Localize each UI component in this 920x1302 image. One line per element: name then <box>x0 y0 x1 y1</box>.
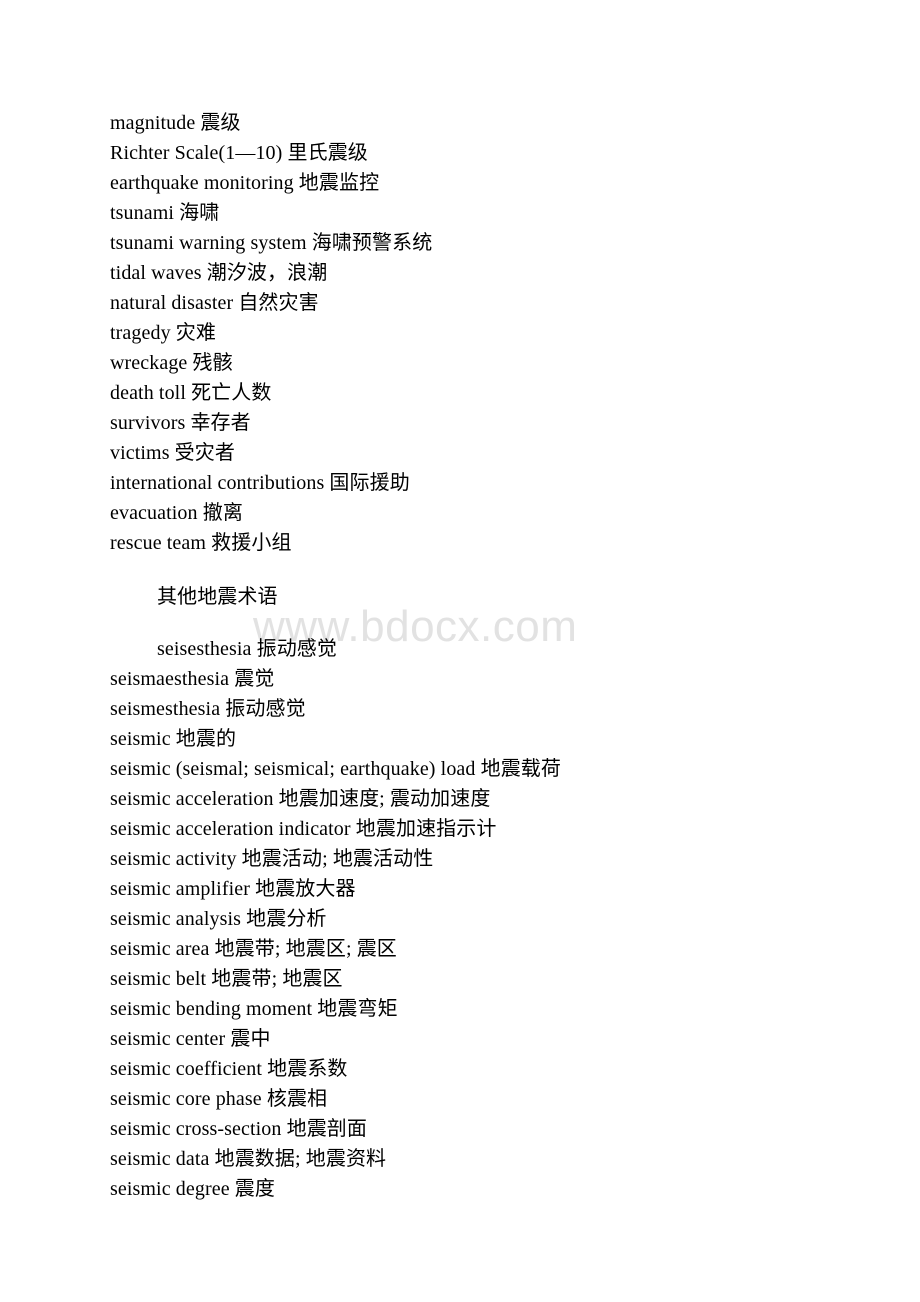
glossary-entry: death toll 死亡人数 <box>110 382 272 404</box>
glossary-entry: seismic data 地震数据; 地震资料 <box>110 1148 387 1170</box>
glossary-entry: seismic analysis 地震分析 <box>110 908 327 930</box>
glossary-entry: seismic cross-section 地震剖面 <box>110 1118 368 1140</box>
glossary-entry: seismic coefficient 地震系数 <box>110 1058 348 1080</box>
glossary-entry: seismic belt 地震带; 地震区 <box>110 968 343 990</box>
glossary-entry: seismic core phase 核震相 <box>110 1088 328 1110</box>
glossary-entry: seismic 地震的 <box>110 728 237 750</box>
glossary-entry: seismic activity 地震活动; 地震活动性 <box>110 848 434 870</box>
glossary-entry: Richter Scale(1—10) 里氏震级 <box>110 142 368 164</box>
glossary-entry: seismaesthesia 震觉 <box>110 668 275 690</box>
glossary-entry: tsunami warning system 海啸预警系统 <box>110 232 433 254</box>
glossary-entry: seismic bending moment 地震弯矩 <box>110 998 398 1020</box>
glossary-body: magnitude 震级 Richter Scale(1—10) 里氏震级 ea… <box>0 0 920 1204</box>
glossary-entry: seismic center 震中 <box>110 1028 271 1050</box>
glossary-entry: wreckage 残骸 <box>110 352 233 374</box>
glossary-entry: seismesthesia 振动感觉 <box>110 698 306 720</box>
glossary-entry: natural disaster 自然灾害 <box>110 292 319 314</box>
glossary-entry: seismic area 地震带; 地震区; 震区 <box>110 938 397 960</box>
glossary-entry: international contributions 国际援助 <box>110 472 410 494</box>
glossary-entry: earthquake monitoring 地震监控 <box>110 172 380 194</box>
glossary-entry: seismic acceleration 地震加速度; 震动加速度 <box>110 788 491 810</box>
glossary-entry: rescue team 救援小组 <box>110 532 292 554</box>
glossary-entry: seismic amplifier 地震放大器 <box>110 878 356 900</box>
glossary-entry: victims 受灾者 <box>110 442 235 464</box>
section-heading-other-terms: 其他地震术语 <box>157 586 278 608</box>
glossary-entry: tsunami 海啸 <box>110 202 220 224</box>
glossary-entry: seismic (seismal; seismical; earthquake)… <box>110 758 561 780</box>
glossary-entry: evacuation 撤离 <box>110 502 243 524</box>
document-page: www.bdocx.com magnitude 震级 Richter Scale… <box>0 0 920 1302</box>
glossary-entry: seisesthesia 振动感觉 <box>157 638 338 660</box>
glossary-section-seismic: seisesthesia 振动感觉 seismaesthesia 震觉 seis… <box>0 634 920 1204</box>
glossary-entry: magnitude 震级 <box>110 112 241 134</box>
glossary-entry: survivors 幸存者 <box>110 412 251 434</box>
glossary-entry: tragedy 灾难 <box>110 322 216 344</box>
glossary-entry: seismic acceleration indicator 地震加速指示计 <box>110 818 497 840</box>
glossary-entry: seismic degree 震度 <box>110 1178 275 1200</box>
glossary-section-general: magnitude 震级 Richter Scale(1—10) 里氏震级 ea… <box>0 108 920 558</box>
glossary-entry: tidal waves 潮汐波，浪潮 <box>110 262 328 284</box>
